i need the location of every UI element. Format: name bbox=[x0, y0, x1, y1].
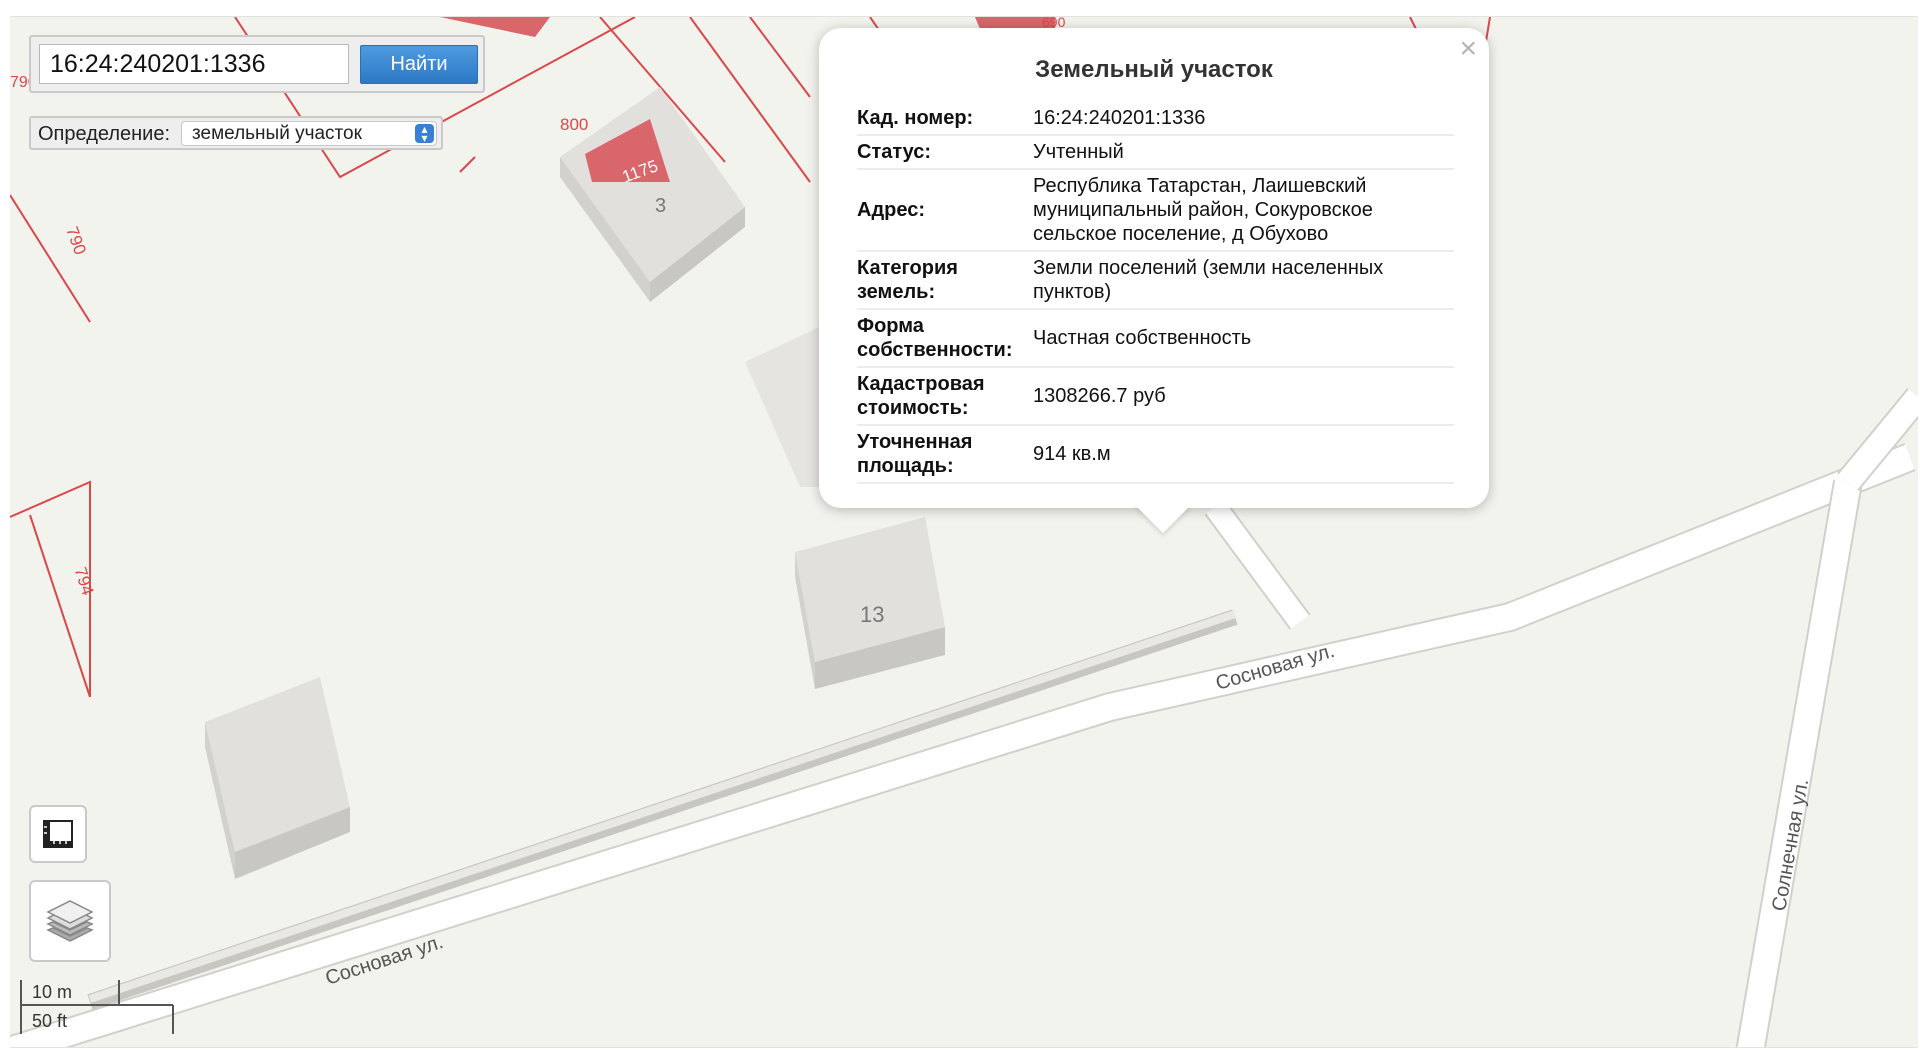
row-value: Частная собственность bbox=[1029, 309, 1454, 368]
ruler-button[interactable] bbox=[29, 805, 87, 863]
row-key: Кад. номер: bbox=[857, 102, 1029, 136]
table-row: Категория земель: Земли поселений (земли… bbox=[857, 251, 1454, 310]
ruler-icon bbox=[43, 820, 73, 848]
layers-button[interactable] bbox=[29, 880, 111, 962]
row-value: Земли поселений (земли населенных пункто… bbox=[1029, 251, 1454, 310]
row-key: Адрес: bbox=[857, 169, 1029, 252]
select-arrows-icon: ▴ ▾ bbox=[415, 123, 434, 144]
table-row: Кад. номер: 16:24:240201:1336 bbox=[857, 102, 1454, 136]
row-key: Форма собственности: bbox=[857, 309, 1029, 368]
row-key: Уточненная площадь: bbox=[857, 425, 1029, 484]
cadastral-search-input[interactable] bbox=[39, 44, 349, 84]
parcel-info-table: Кад. номер: 16:24:240201:1336 Статус: Уч… bbox=[857, 102, 1454, 484]
definition-panel: Определение: земельный участок ▴ ▾ bbox=[29, 116, 443, 150]
definition-label: Определение: bbox=[38, 123, 171, 145]
parcel-info-popup: × Земельный участок Кад. номер: 16:24:24… bbox=[819, 28, 1489, 508]
scale-bar: 10 m 50 ft bbox=[20, 978, 180, 1036]
parcel-label: 794 bbox=[71, 565, 98, 598]
house-number-label: 13 bbox=[860, 602, 884, 627]
row-value: 1308266.7 руб bbox=[1029, 367, 1454, 426]
row-value: 914 кв.м bbox=[1029, 425, 1454, 484]
layers-icon bbox=[46, 900, 94, 942]
search-button[interactable]: Найти bbox=[360, 45, 478, 84]
scale-imperial: 50 ft bbox=[32, 1011, 68, 1031]
definition-select[interactable]: земельный участок ▴ ▾ bbox=[181, 121, 437, 146]
scale-metric: 10 m bbox=[32, 982, 73, 1002]
table-row: Форма собственности: Частная собственнос… bbox=[857, 309, 1454, 368]
search-panel: Найти bbox=[29, 35, 485, 93]
row-value: Учтенный bbox=[1029, 135, 1454, 170]
row-value: 16:24:240201:1336 bbox=[1029, 102, 1454, 136]
row-key: Кадастровая стоимость: bbox=[857, 367, 1029, 426]
table-row: Статус: Учтенный bbox=[857, 135, 1454, 170]
row-key: Статус: bbox=[857, 135, 1029, 170]
parcel-label: 800 bbox=[560, 115, 588, 134]
popup-title: Земельный участок bbox=[1035, 56, 1273, 83]
row-value: Республика Татарстан, Лаишевский муницип… bbox=[1029, 169, 1454, 252]
parcel-label: 790 bbox=[62, 224, 90, 257]
popup-pointer bbox=[1135, 505, 1191, 533]
table-row: Уточненная площадь: 914 кв.м bbox=[857, 425, 1454, 484]
definition-selected-value: земельный участок bbox=[192, 123, 362, 144]
house-number-label: 3 bbox=[655, 195, 666, 217]
row-key: Категория земель: bbox=[857, 251, 1029, 310]
table-row: Адрес: Республика Татарстан, Лаишевский … bbox=[857, 169, 1454, 252]
table-row: Кадастровая стоимость: 1308266.7 руб bbox=[857, 367, 1454, 426]
